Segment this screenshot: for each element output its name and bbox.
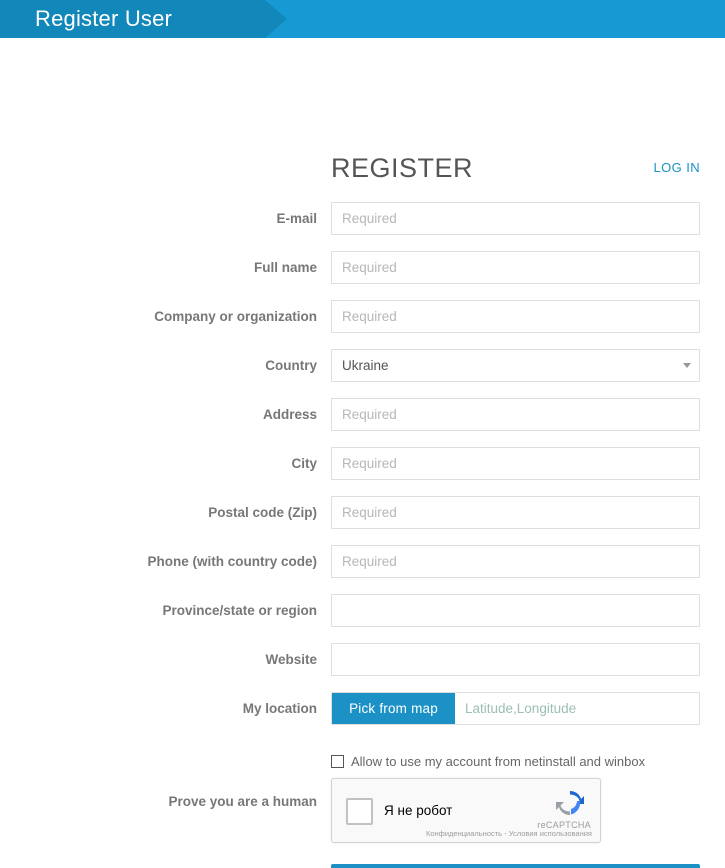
field-label: Website [265,652,317,667]
text-input[interactable] [331,594,700,627]
field-label: E-mail [276,211,317,226]
field-control [331,447,700,480]
text-input[interactable] [331,545,700,578]
form-row: Full name [0,251,725,300]
field-control [331,594,700,627]
form-row: E-mail [0,202,725,251]
field-control [331,496,700,529]
field-control [331,251,700,284]
text-input[interactable] [331,251,700,284]
form-row: Company or organization [0,300,725,349]
my-location-row: My location Pick from map [0,692,725,741]
recaptcha-terms-text: Конфиденциальность - Условия использован… [426,829,592,838]
form-row: Postal code (Zip) [0,496,725,545]
captcha-field-label: Prove you are a human [168,794,317,809]
text-input[interactable] [331,447,700,480]
field-label: Country [265,358,317,373]
register-form: E-mail Full name Company or organization Co… [0,202,725,741]
form-row: City [0,447,725,496]
field-control [331,202,700,235]
page-title: REGISTER [331,153,474,183]
text-input[interactable] [331,300,700,333]
form-row: Province/state or region [0,594,725,643]
recaptcha-widget[interactable]: Я не робот reCAPTCHA Конфиденциальность … [331,778,601,843]
field-label: Phone (with country code) [147,554,317,569]
my-location-label: My location [242,701,317,716]
text-input[interactable] [331,202,700,235]
field-label: Address [262,407,317,422]
field-label: Full name [253,260,317,275]
field-control [331,643,700,676]
field-label: Company or organization [154,309,317,324]
latitude-longitude-input[interactable] [455,693,699,724]
country-select[interactable]: Ukraine [331,349,700,382]
form-row: Phone (with country code) [0,545,725,594]
header-arrow-icon [265,0,287,38]
field-label: Province/state or region [162,603,317,618]
text-input[interactable] [331,398,700,431]
field-control [331,398,700,431]
recaptcha-logo-icon [556,791,584,815]
my-location-control: Pick from map [331,692,700,725]
form-row: Country Ukraine [0,349,725,398]
location-input-group: Pick from map [331,692,700,725]
field-control: Ukraine [331,349,700,382]
page-header-title: Register User [35,6,173,31]
field-control [331,545,700,578]
text-input[interactable] [331,496,700,529]
recaptcha-label: Я не робот [384,803,453,818]
register-submit-button[interactable]: Register [331,864,700,868]
pick-from-map-button[interactable]: Pick from map [332,693,455,724]
field-label: City [291,456,317,471]
country-select-wrapper: Ukraine [331,349,700,382]
allow-netinstall-label: Allow to use my account from netinstall … [351,754,646,769]
log-in-link[interactable]: LOG IN [654,148,700,188]
field-control [331,300,700,333]
form-row: Address [0,398,725,447]
allow-netinstall-checkbox[interactable] [331,755,344,768]
recaptcha-checkbox[interactable] [346,798,373,825]
form-row: Website [0,643,725,692]
top-header-bar: Register User [0,0,725,38]
allow-netinstall-row[interactable]: Allow to use my account from netinstall … [331,754,645,769]
heading-row: REGISTER LOG IN [0,148,725,188]
register-page: REGISTER LOG IN E-mail Full name Company o… [0,38,725,868]
text-input[interactable] [331,643,700,676]
field-label: Postal code (Zip) [208,505,317,520]
